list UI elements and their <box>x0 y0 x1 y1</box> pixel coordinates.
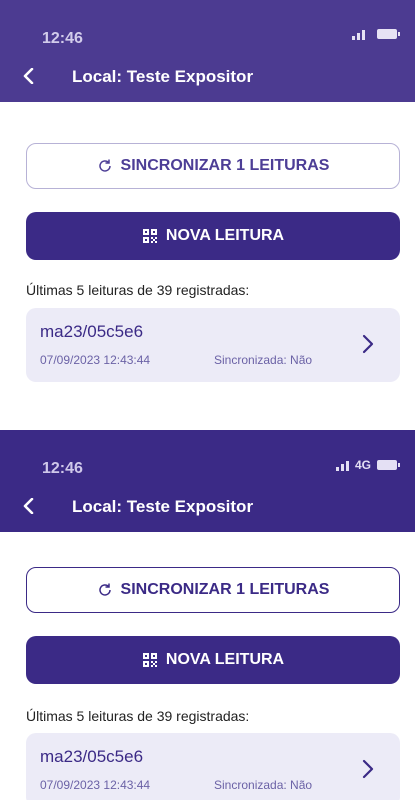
reading-code: ma23/05c5e6 <box>40 322 144 341</box>
refresh-icon <box>98 583 111 596</box>
status-indicators: 4G <box>335 458 400 472</box>
new-reading-label: NOVA LEITURA <box>165 651 285 668</box>
qr-code-icon <box>142 229 157 243</box>
reading-sync-status: Sincronizada: Não <box>214 353 313 367</box>
back-arrow-icon[interactable] <box>22 68 36 84</box>
new-reading-label: NOVA LEITURA <box>165 227 285 244</box>
page-title: Local: Teste Expositor <box>72 67 254 86</box>
battery-icon <box>377 29 400 39</box>
reading-date: 07/09/2023 12:43:44 <box>40 778 151 792</box>
list-subtitle: Últimas 5 leituras de 39 registradas: <box>26 282 250 298</box>
chevron-right-icon <box>362 334 374 359</box>
status-time: 12:46 <box>42 30 83 47</box>
signal-icon <box>352 28 365 40</box>
new-reading-button[interactable]: NOVA LEITURA <box>26 636 400 684</box>
reading-list-item[interactable]: ma23/05c5e6 07/09/2023 12:43:44 Sincroni… <box>26 308 400 382</box>
chevron-right-icon <box>362 759 374 784</box>
sync-button-label: SINCRONIZAR 1 LEITURAS <box>120 581 330 598</box>
reading-date: 07/09/2023 12:43:44 <box>40 353 151 367</box>
list-subtitle: Últimas 5 leituras de 39 registradas: <box>26 708 250 724</box>
status-indicators <box>352 28 400 40</box>
app-header: 12:46 Local: Teste Expositor <box>0 0 415 102</box>
sync-button[interactable]: SINCRONIZAR 1 LEITURAS <box>26 567 400 613</box>
back-arrow-icon[interactable] <box>22 498 36 514</box>
sync-button[interactable]: SINCRONIZAR 1 LEITURAS <box>26 143 400 189</box>
status-time: 12:46 <box>42 460 83 477</box>
reading-code: ma23/05c5e6 <box>40 747 144 766</box>
screenshot-top: 12:46 Local: Teste Expositor SINCRONIZAR… <box>0 0 415 420</box>
signal-icon <box>335 459 349 471</box>
battery-icon <box>377 460 400 470</box>
page-title: Local: Teste Expositor <box>72 497 254 516</box>
new-reading-button[interactable]: NOVA LEITURA <box>26 212 400 260</box>
sync-button-label: SINCRONIZAR 1 LEITURAS <box>120 157 330 174</box>
app-header: 12:46 4G Local: Teste Expositor <box>0 430 415 532</box>
reading-list-item[interactable]: ma23/05c5e6 07/09/2023 12:43:44 Sincroni… <box>26 733 400 800</box>
qr-code-icon <box>142 653 157 667</box>
network-label: 4G <box>354 458 371 472</box>
reading-sync-status: Sincronizada: Não <box>214 778 313 792</box>
screenshot-bottom: 12:46 4G Local: Teste Expositor SINCRONI… <box>0 430 415 800</box>
refresh-icon <box>98 159 111 172</box>
